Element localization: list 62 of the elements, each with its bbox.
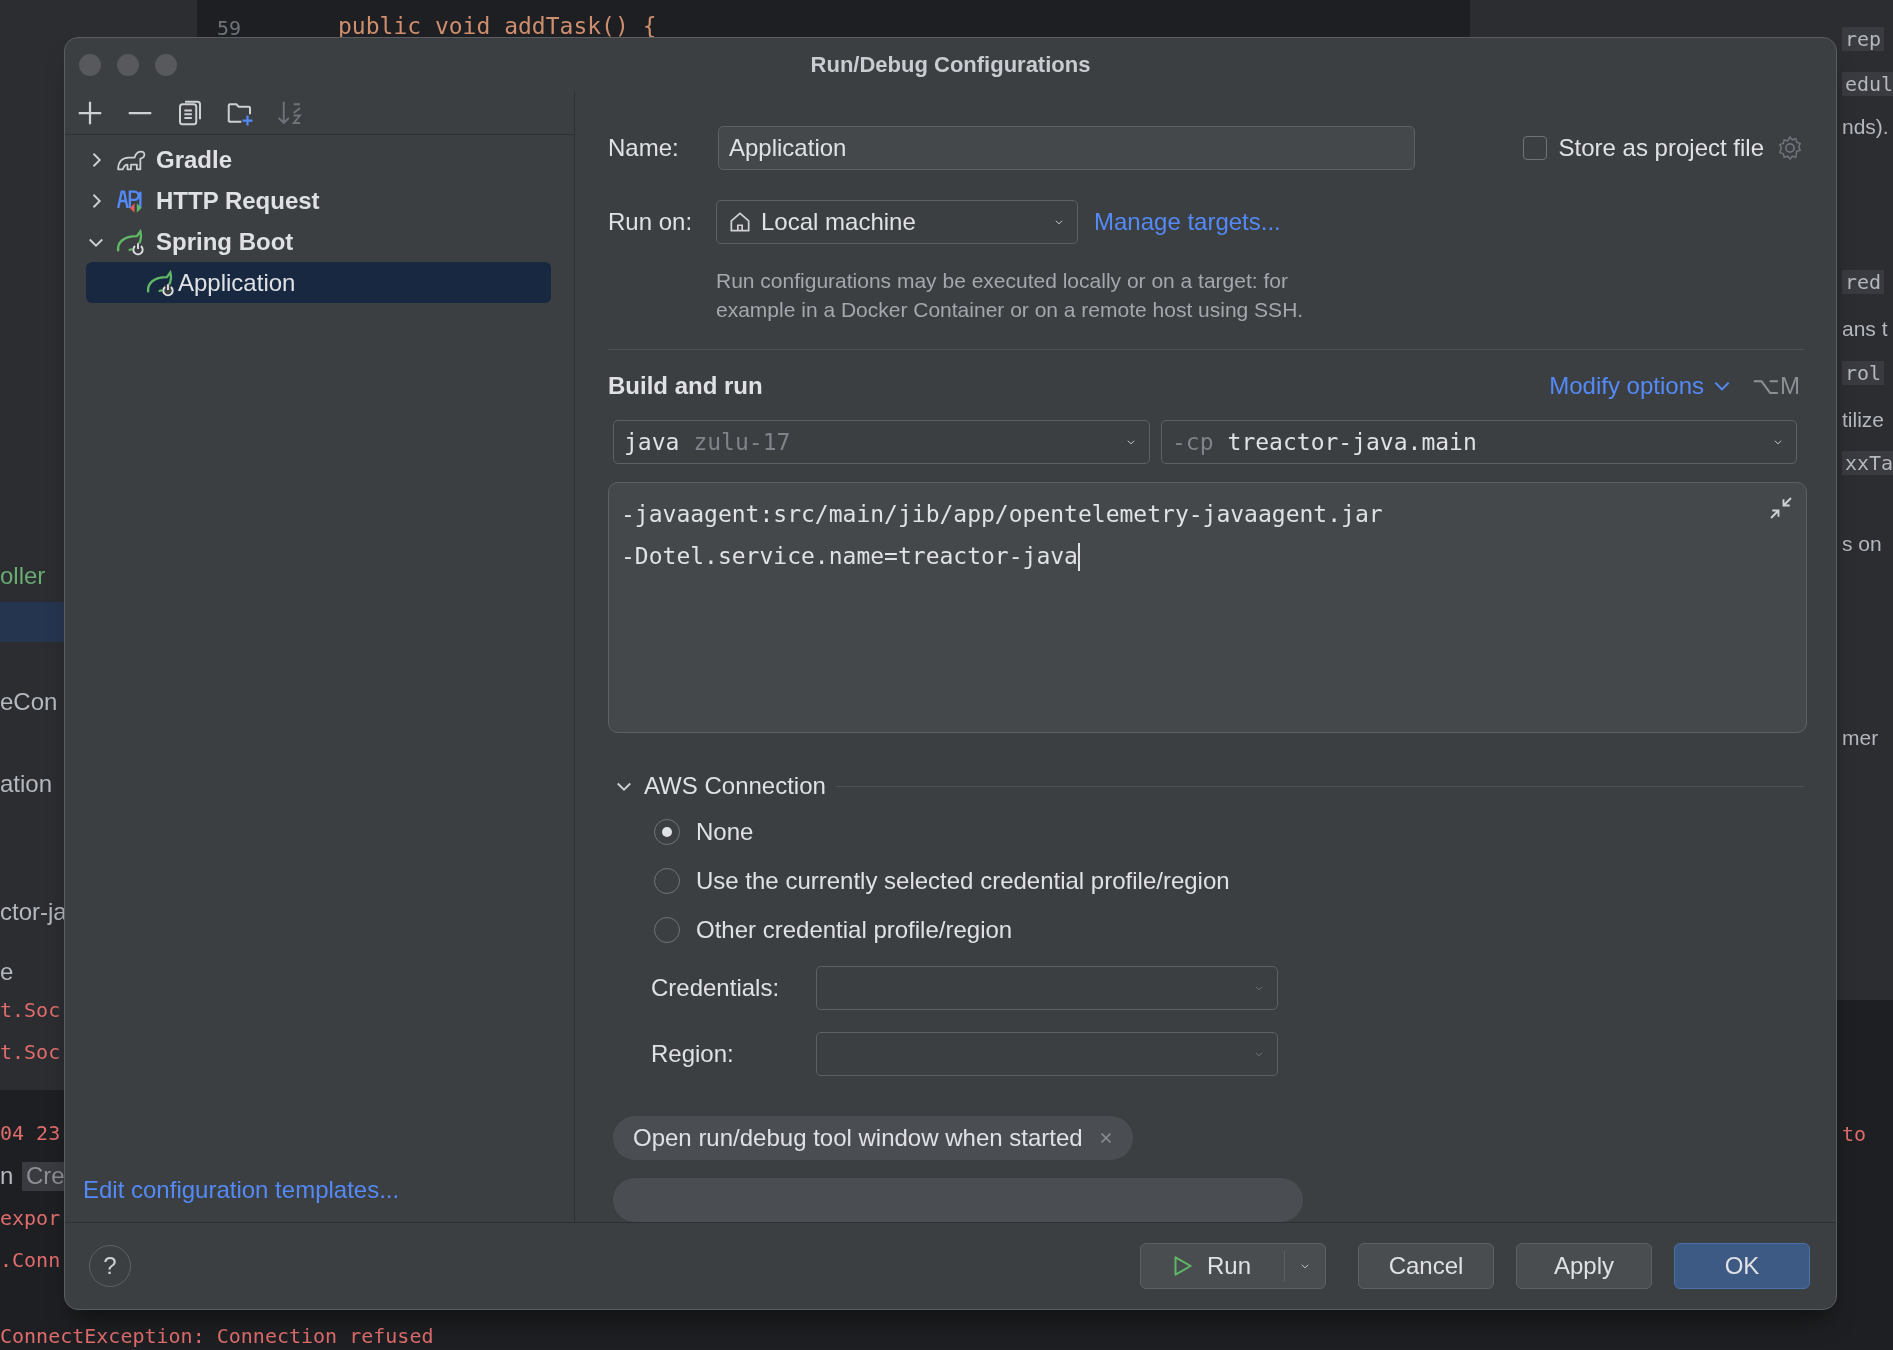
background-text: rol bbox=[1842, 361, 1885, 385]
background-text: nds). bbox=[1842, 114, 1889, 140]
background-text: expor bbox=[0, 1206, 61, 1230]
close-button[interactable] bbox=[79, 54, 101, 76]
run-on-dropdown[interactable]: Local machine bbox=[716, 200, 1078, 244]
background-text: xxTa bbox=[1842, 451, 1893, 475]
background-text: eCon bbox=[0, 688, 58, 717]
background-text: s on bbox=[1842, 531, 1882, 557]
background-text: edul bbox=[1842, 72, 1893, 96]
background-text: oller bbox=[0, 562, 46, 591]
settings-icon[interactable] bbox=[1776, 134, 1804, 162]
checkbox-label: Store as project file bbox=[1558, 134, 1764, 162]
tree-item[interactable]: Application bbox=[86, 262, 551, 303]
selected-row bbox=[0, 602, 64, 642]
shortcut-hint: ⌥M bbox=[1752, 371, 1800, 400]
background-text: red bbox=[1842, 270, 1885, 294]
tree-item[interactable]: Gradle bbox=[86, 139, 551, 180]
radio-label: Other credential profile/region bbox=[696, 916, 1013, 944]
help-button[interactable]: ? bbox=[89, 1245, 131, 1287]
vm-options-field[interactable]: -javaagent:src/main/jib/app/opentelemetry-javaagent.jar -Dotel.service.name=treactor-java bbox=[608, 481, 1807, 733]
background-text: 04 23 bbox=[0, 1121, 61, 1145]
background-text: rep bbox=[1842, 27, 1885, 51]
radio-label: None bbox=[696, 818, 754, 846]
credentials-label: Credentials: bbox=[651, 974, 781, 1002]
region-dropdown[interactable] bbox=[816, 1032, 1278, 1076]
background-text: n bbox=[0, 1162, 14, 1191]
section-title: AWS Connection bbox=[644, 772, 826, 800]
credentials-dropdown[interactable] bbox=[816, 966, 1278, 1010]
background-text: to bbox=[1842, 1122, 1867, 1146]
radio-label: Use the currently selected credential profile/region bbox=[696, 867, 1230, 895]
zoom-button[interactable] bbox=[155, 54, 177, 76]
background-text: .Conn bbox=[0, 1248, 61, 1272]
tree-item[interactable]: Spring Boot bbox=[86, 221, 551, 262]
dialog-button[interactable]: Cancel bbox=[1358, 1243, 1494, 1289]
ok-button[interactable]: OK bbox=[1674, 1243, 1810, 1289]
background-text: t.Soc bbox=[0, 1040, 61, 1064]
section-title: Build and run bbox=[608, 371, 763, 400]
name-label: Name: bbox=[608, 134, 680, 162]
background-text: ans t bbox=[1842, 316, 1888, 342]
name-field[interactable]: Application bbox=[718, 126, 1415, 170]
jdk-version: zulu-17 bbox=[693, 428, 791, 455]
background-text: ctor-ja bbox=[0, 898, 67, 927]
checkbox[interactable] bbox=[1522, 136, 1547, 160]
background-text: tilize bbox=[1842, 407, 1884, 433]
window-title: Run/Debug Configurations bbox=[810, 52, 1091, 78]
background-text: t.Soc bbox=[0, 998, 61, 1022]
tree-item[interactable]: HTTP Request bbox=[86, 180, 551, 221]
background-text: e bbox=[0, 958, 14, 987]
chevron-down-icon bbox=[1714, 380, 1730, 391]
jdk-dropdown[interactable]: java zulu-17 bbox=[613, 419, 1150, 464]
background-text: mer bbox=[1842, 725, 1879, 751]
console-line: ConnectException: Connection refused bbox=[0, 1324, 434, 1348]
minimize-button[interactable] bbox=[117, 54, 139, 76]
line-number: 59 bbox=[217, 16, 242, 40]
region-label: Region: bbox=[651, 1040, 735, 1068]
option-chip[interactable]: Open run/debug tool window when started bbox=[613, 1116, 1133, 1160]
dialog-button[interactable]: Apply bbox=[1516, 1243, 1652, 1289]
classpath-dropdown[interactable]: -cp treactor-java.main bbox=[1161, 419, 1797, 464]
background-text: ation bbox=[0, 770, 53, 799]
run-on-label: Run on: bbox=[608, 208, 694, 236]
run-button[interactable]: Run bbox=[1140, 1243, 1326, 1289]
run-on-hint: Run configurations may be executed locally or on a target: for example in a Docker Container or on a remote host using SSH. bbox=[716, 268, 1305, 324]
